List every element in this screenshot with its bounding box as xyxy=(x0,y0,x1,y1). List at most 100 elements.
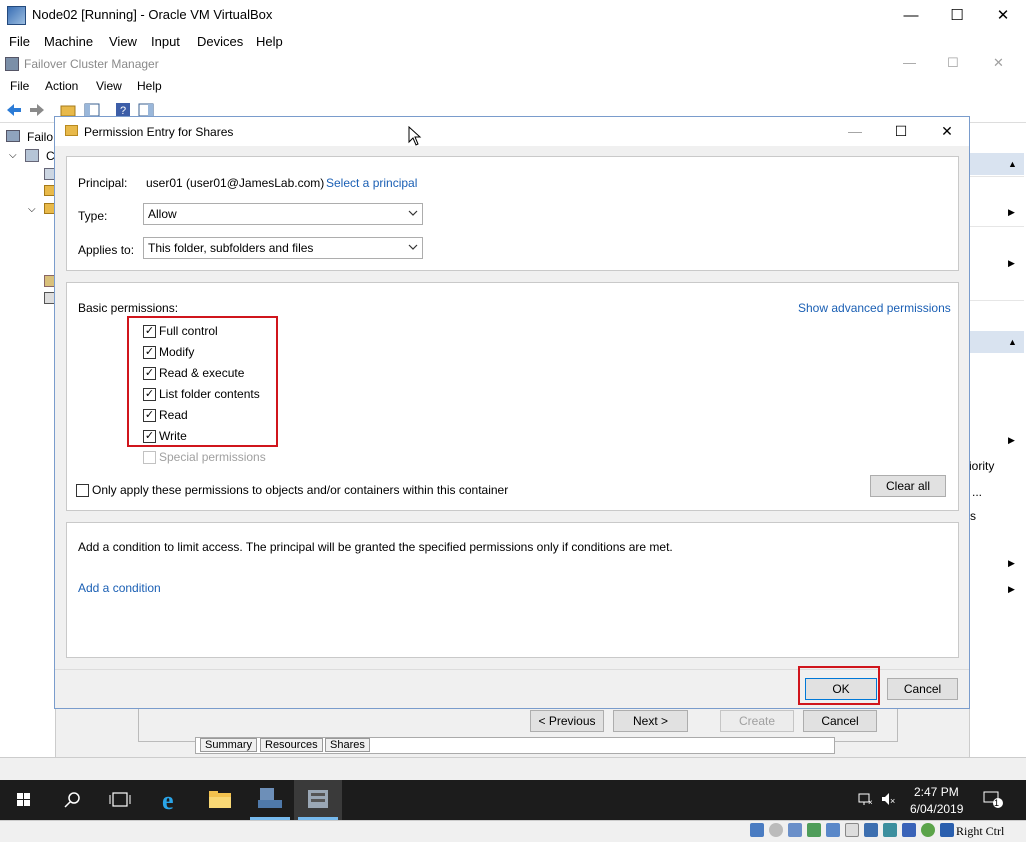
vbox-window-title: Node02 [Running] - Oracle VM VirtualBox xyxy=(32,7,273,22)
fcm-menu-help[interactable]: Help xyxy=(137,79,162,93)
list-folder-contents-label: List folder contents xyxy=(159,387,260,401)
clear-all-button[interactable]: Clear all xyxy=(870,475,946,497)
keyboard-capture-icon[interactable] xyxy=(940,823,954,837)
internet-explorer-icon[interactable]: e xyxy=(148,780,196,820)
next-button[interactable]: Next > xyxy=(613,710,688,732)
shared-folders-icon[interactable] xyxy=(845,823,859,837)
actions-pane xyxy=(969,123,1026,757)
notification-center-icon[interactable] xyxy=(983,790,1003,808)
actions-divider xyxy=(970,226,1024,227)
checkbox-read-execute[interactable]: ✓ xyxy=(143,367,156,380)
fcm-status-bar xyxy=(0,757,1026,780)
applies-to-dropdown[interactable]: This folder, subfolders and files xyxy=(143,237,423,259)
search-icon[interactable] xyxy=(48,780,96,820)
checkbox-only-apply[interactable] xyxy=(76,484,89,497)
action-item-more[interactable]: ... xyxy=(972,485,982,499)
checkbox-full-control[interactable]: ✓ xyxy=(143,325,156,338)
show-advanced-permissions-link[interactable]: Show advanced permissions xyxy=(798,301,951,315)
add-condition-link[interactable]: Add a condition xyxy=(78,581,161,595)
submenu-arrow-icon[interactable]: ▶ xyxy=(1008,558,1015,569)
checkbox-modify[interactable]: ✓ xyxy=(143,346,156,359)
volume-muted-icon[interactable]: × xyxy=(881,792,897,806)
chevron-down-icon[interactable]: ⌵ xyxy=(9,150,17,161)
collapse-arrow-icon[interactable]: ▲ xyxy=(1008,337,1017,347)
submenu-arrow-icon[interactable]: ▶ xyxy=(1008,258,1015,269)
mouse-integration-icon[interactable] xyxy=(921,823,935,837)
vbox-menu-file[interactable]: File xyxy=(9,34,30,49)
network-icon[interactable]: × xyxy=(858,792,874,807)
fcm-menu-action[interactable]: Action xyxy=(45,79,78,93)
clock-date[interactable]: 6/04/2019 xyxy=(910,802,963,816)
vbox-menu-help[interactable]: Help xyxy=(256,34,283,49)
host-key-label: Right Ctrl xyxy=(956,824,1005,838)
tab-shares[interactable]: Shares xyxy=(325,738,370,752)
cancel-button[interactable]: Cancel xyxy=(887,678,958,700)
applies-to-label: Applies to: xyxy=(78,243,135,257)
tree-item-root[interactable]: Failo xyxy=(27,130,53,144)
file-explorer-icon[interactable] xyxy=(196,780,244,820)
checkbox-list-folder-contents[interactable]: ✓ xyxy=(143,388,156,401)
failover-cluster-taskbar-button[interactable] xyxy=(294,780,342,820)
checkbox-read[interactable]: ✓ xyxy=(143,409,156,422)
fcm-minimize-button[interactable]: — xyxy=(903,55,916,70)
notification-count: 1 xyxy=(994,798,1000,808)
display-icon[interactable] xyxy=(864,823,878,837)
chevron-down-icon[interactable]: ⌵ xyxy=(28,204,36,215)
start-button[interactable] xyxy=(0,780,48,820)
vbox-menu-machine[interactable]: Machine xyxy=(44,34,93,49)
submenu-arrow-icon[interactable]: ▶ xyxy=(1008,435,1015,446)
chevron-down-icon[interactable] xyxy=(408,209,418,220)
server-manager-icon[interactable] xyxy=(246,780,294,820)
type-dropdown-value: Allow xyxy=(148,207,177,221)
vbox-menu-devices[interactable]: Devices xyxy=(197,34,243,49)
optical-drive-icon[interactable] xyxy=(769,823,783,837)
select-principal-link[interactable]: Select a principal xyxy=(326,176,417,190)
checkbox-write[interactable]: ✓ xyxy=(143,430,156,443)
back-arrow-icon[interactable] xyxy=(5,101,23,119)
tab-resources[interactable]: Resources xyxy=(260,738,323,752)
forward-arrow-icon[interactable] xyxy=(28,101,46,119)
usb-icon[interactable] xyxy=(826,823,840,837)
vbox-minimize-button[interactable]: — xyxy=(888,0,934,31)
submenu-arrow-icon[interactable]: ▶ xyxy=(1008,207,1015,218)
condition-description: Add a condition to limit access. The pri… xyxy=(78,540,673,554)
read-label: Read xyxy=(159,408,188,422)
folder-icon xyxy=(65,125,78,136)
cluster-manager-icon xyxy=(5,57,19,71)
type-dropdown[interactable]: Allow xyxy=(143,203,423,225)
recording-icon[interactable] xyxy=(883,823,897,837)
fcm-close-button[interactable]: ✕ xyxy=(993,55,1004,71)
svg-text:×: × xyxy=(890,796,895,806)
checkbox-special-permissions xyxy=(143,451,156,464)
modify-label: Modify xyxy=(159,345,195,359)
principal-value: user01 (user01@JamesLab.com) xyxy=(146,176,325,190)
chevron-down-icon[interactable] xyxy=(408,243,418,254)
fcm-restore-button[interactable]: ☐ xyxy=(947,55,959,71)
wizard-cancel-button[interactable]: Cancel xyxy=(803,710,877,732)
ok-button[interactable]: OK xyxy=(805,678,877,700)
submenu-arrow-icon[interactable]: ▶ xyxy=(1008,584,1015,595)
collapse-arrow-icon[interactable]: ▲ xyxy=(1008,159,1017,169)
dialog-minimize-button[interactable]: — xyxy=(832,117,878,146)
create-button[interactable]: Create xyxy=(720,710,794,732)
clock-time[interactable]: 2:47 PM xyxy=(914,785,959,799)
virtualization-icon[interactable] xyxy=(902,823,916,837)
dialog-title: Permission Entry for Shares xyxy=(84,125,234,139)
dialog-close-button[interactable]: ✕ xyxy=(924,117,970,146)
dialog-maximize-button[interactable]: ☐ xyxy=(878,117,924,146)
action-item-s[interactable]: s xyxy=(970,509,976,523)
action-item-priority[interactable]: iority xyxy=(969,459,994,473)
vbox-menu-view[interactable]: View xyxy=(109,34,137,49)
previous-button[interactable]: < Previous xyxy=(530,710,604,732)
navigation-tree xyxy=(0,123,56,757)
hard-disk-icon[interactable] xyxy=(750,823,764,837)
task-view-icon[interactable] xyxy=(96,780,144,820)
network-adapter-icon[interactable] xyxy=(807,823,821,837)
tab-summary[interactable]: Summary xyxy=(200,738,258,752)
audio-icon[interactable] xyxy=(788,823,802,837)
vbox-close-button[interactable]: ✕ xyxy=(980,0,1026,31)
vbox-maximize-button[interactable]: ☐ xyxy=(934,0,980,31)
vbox-menu-input[interactable]: Input xyxy=(151,34,180,49)
fcm-menu-file[interactable]: File xyxy=(10,79,29,93)
fcm-menu-view[interactable]: View xyxy=(96,79,122,93)
